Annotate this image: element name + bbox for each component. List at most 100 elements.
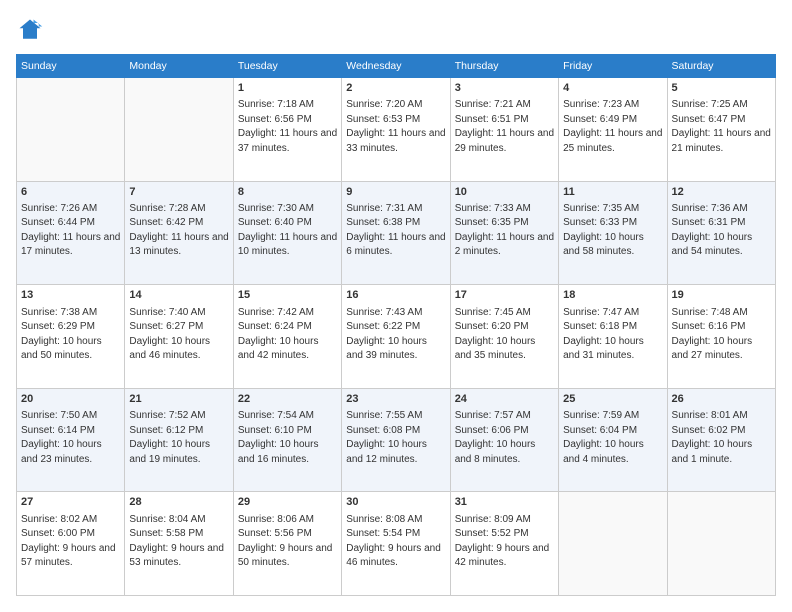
table-row: 17 Sunrise: 7:45 AM Sunset: 6:20 PM Dayli… [450,285,558,389]
day-info: Sunrise: 7:38 AM Sunset: 6:29 PM Dayligh… [21,306,120,364]
day-number: 17 [455,288,554,303]
day-info: Sunrise: 7:40 AM Sunset: 6:27 PM Dayligh… [129,306,228,364]
calendar-week-row: 6 Sunrise: 7:26 AM Sunset: 6:44 PM Daylig… [17,181,776,285]
table-row: 24 Sunrise: 7:57 AM Sunset: 6:06 PM Dayli… [450,388,558,492]
table-row [125,78,233,182]
day-number: 12 [672,185,771,200]
day-number: 13 [21,288,120,303]
day-number: 27 [21,495,120,510]
day-number: 22 [238,392,337,407]
table-row [559,492,667,596]
col-sunday: Sunday [17,55,125,78]
day-number: 30 [346,495,445,510]
day-number: 11 [563,185,662,200]
table-row: 4Sunrise: 7:23 AM Sunset: 6:49 PM Daylig… [559,78,667,182]
day-info: Sunrise: 7:35 AM Sunset: 6:33 PM Dayligh… [563,202,662,260]
day-info: Sunrise: 8:01 AM Sunset: 6:02 PM Dayligh… [672,409,771,467]
table-row: 10 Sunrise: 7:33 AM Sunset: 6:35 PM Dayli… [450,181,558,285]
day-number: 8 [238,185,337,200]
table-row: 29 Sunrise: 8:06 AM Sunset: 5:56 PM Dayli… [233,492,341,596]
day-info: Sunrise: 7:20 AM Sunset: 6:53 PM Dayligh… [346,98,445,156]
table-row: 25 Sunrise: 7:59 AM Sunset: 6:04 PM Dayli… [559,388,667,492]
day-number: 26 [672,392,771,407]
table-row: 5Sunrise: 7:25 AM Sunset: 6:47 PM Daylig… [667,78,775,182]
day-info: Sunrise: 7:18 AM Sunset: 6:56 PM Dayligh… [238,98,337,156]
day-info: Sunrise: 7:50 AM Sunset: 6:14 PM Dayligh… [21,409,120,467]
table-row: 21Sunrise: 7:52 AM Sunset: 6:12 PM Dayli… [125,388,233,492]
col-friday: Friday [559,55,667,78]
day-number: 7 [129,185,228,200]
page: Sunday Monday Tuesday Wednesday Thursday… [0,0,792,612]
table-row: 8 Sunrise: 7:30 AM Sunset: 6:40 PM Daylig… [233,181,341,285]
day-info: Sunrise: 7:36 AM Sunset: 6:31 PM Dayligh… [672,202,771,260]
table-row: 15 Sunrise: 7:42 AM Sunset: 6:24 PM Dayli… [233,285,341,389]
day-number: 9 [346,185,445,200]
table-row: 26 Sunrise: 8:01 AM Sunset: 6:02 PM Dayli… [667,388,775,492]
table-row: 19 Sunrise: 7:48 AM Sunset: 6:16 PM Dayli… [667,285,775,389]
day-number: 31 [455,495,554,510]
day-number: 21 [129,392,228,407]
day-info: Sunrise: 7:33 AM Sunset: 6:35 PM Dayligh… [455,202,554,260]
calendar-header-row: Sunday Monday Tuesday Wednesday Thursday… [17,55,776,78]
table-row [17,78,125,182]
day-number: 14 [129,288,228,303]
day-info: Sunrise: 7:31 AM Sunset: 6:38 PM Dayligh… [346,202,445,260]
table-row: 13 Sunrise: 7:38 AM Sunset: 6:29 PM Dayli… [17,285,125,389]
header [16,16,776,44]
day-info: Sunrise: 7:42 AM Sunset: 6:24 PM Dayligh… [238,306,337,364]
col-monday: Monday [125,55,233,78]
table-row: 22 Sunrise: 7:54 AM Sunset: 6:10 PM Dayli… [233,388,341,492]
table-row: 1 Sunrise: 7:18 AM Sunset: 6:56 PM Daylig… [233,78,341,182]
day-number: 23 [346,392,445,407]
table-row: 3Sunrise: 7:21 AM Sunset: 6:51 PM Daylig… [450,78,558,182]
day-number: 25 [563,392,662,407]
day-info: Sunrise: 8:09 AM Sunset: 5:52 PM Dayligh… [455,513,554,571]
table-row [667,492,775,596]
table-row: 28 Sunrise: 8:04 AM Sunset: 5:58 PM Dayli… [125,492,233,596]
day-info: Sunrise: 7:30 AM Sunset: 6:40 PM Dayligh… [238,202,337,260]
table-row: 16 Sunrise: 7:43 AM Sunset: 6:22 PM Dayli… [342,285,450,389]
table-row: 12 Sunrise: 7:36 AM Sunset: 6:31 PM Dayli… [667,181,775,285]
day-info: Sunrise: 8:06 AM Sunset: 5:56 PM Dayligh… [238,513,337,571]
table-row: 14 Sunrise: 7:40 AM Sunset: 6:27 PM Dayli… [125,285,233,389]
day-info: Sunrise: 7:48 AM Sunset: 6:16 PM Dayligh… [672,306,771,364]
day-info: Sunrise: 7:45 AM Sunset: 6:20 PM Dayligh… [455,306,554,364]
table-row: 18Sunrise: 7:47 AM Sunset: 6:18 PM Dayli… [559,285,667,389]
day-number: 3 [455,81,554,96]
day-info: Sunrise: 8:04 AM Sunset: 5:58 PM Dayligh… [129,513,228,571]
day-info: Sunrise: 7:59 AM Sunset: 6:04 PM Dayligh… [563,409,662,467]
day-info: Sunrise: 7:43 AM Sunset: 6:22 PM Dayligh… [346,306,445,364]
day-number: 16 [346,288,445,303]
day-info: Sunrise: 7:47 AM Sunset: 6:18 PM Dayligh… [563,306,662,364]
day-number: 20 [21,392,120,407]
day-number: 28 [129,495,228,510]
day-info: Sunrise: 7:28 AM Sunset: 6:42 PM Dayligh… [129,202,228,260]
day-number: 10 [455,185,554,200]
table-row: 9 Sunrise: 7:31 AM Sunset: 6:38 PM Daylig… [342,181,450,285]
table-row: 2 Sunrise: 7:20 AM Sunset: 6:53 PM Daylig… [342,78,450,182]
calendar-week-row: 27Sunrise: 8:02 AM Sunset: 6:00 PM Dayli… [17,492,776,596]
col-thursday: Thursday [450,55,558,78]
logo-icon [16,16,44,44]
day-number: 19 [672,288,771,303]
col-wednesday: Wednesday [342,55,450,78]
calendar-week-row: 1 Sunrise: 7:18 AM Sunset: 6:56 PM Daylig… [17,78,776,182]
day-number: 29 [238,495,337,510]
day-info: Sunrise: 7:54 AM Sunset: 6:10 PM Dayligh… [238,409,337,467]
day-number: 6 [21,185,120,200]
day-number: 15 [238,288,337,303]
table-row: 20 Sunrise: 7:50 AM Sunset: 6:14 PM Dayli… [17,388,125,492]
table-row: 23 Sunrise: 7:55 AM Sunset: 6:08 PM Dayli… [342,388,450,492]
day-number: 24 [455,392,554,407]
calendar-week-row: 20 Sunrise: 7:50 AM Sunset: 6:14 PM Dayli… [17,388,776,492]
day-number: 1 [238,81,337,96]
day-info: Sunrise: 7:57 AM Sunset: 6:06 PM Dayligh… [455,409,554,467]
col-tuesday: Tuesday [233,55,341,78]
table-row: 31 Sunrise: 8:09 AM Sunset: 5:52 PM Dayli… [450,492,558,596]
day-info: Sunrise: 7:26 AM Sunset: 6:44 PM Dayligh… [21,202,120,260]
day-info: Sunrise: 7:23 AM Sunset: 6:49 PM Dayligh… [563,98,662,156]
table-row: 30Sunrise: 8:08 AM Sunset: 5:54 PM Dayli… [342,492,450,596]
day-info: Sunrise: 7:25 AM Sunset: 6:47 PM Dayligh… [672,98,771,156]
day-number: 2 [346,81,445,96]
day-info: Sunrise: 7:55 AM Sunset: 6:08 PM Dayligh… [346,409,445,467]
